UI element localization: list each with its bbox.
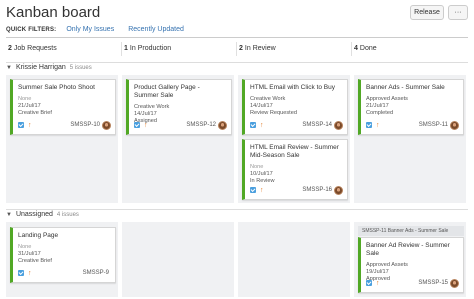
release-button-label: Release — [414, 9, 440, 16]
issue-key[interactable]: SMSSP-9 — [83, 270, 109, 276]
column-headers: 2 Job Requests 1 In Production 2 In Review … — [6, 42, 468, 56]
column-name: Done — [359, 45, 377, 52]
card-title: Banner Ad Review - Summer Sale — [366, 242, 450, 257]
avatar — [334, 120, 343, 130]
avatar — [450, 278, 459, 288]
story-icon — [18, 270, 24, 276]
priority-icon: ↑ — [260, 186, 264, 194]
issue-card[interactable]: Banner Ads - Summer Sale Approved Assets… — [358, 79, 464, 135]
avatar — [102, 120, 111, 130]
card-title: Product Gallery Page - Summer Sale — [134, 84, 200, 99]
swimlane-name: Unassigned — [15, 211, 53, 218]
swimlane-name: Krissie Harrigan — [15, 64, 66, 71]
filter-recently-updated[interactable]: Recently Updated — [128, 26, 184, 33]
story-icon — [18, 122, 24, 128]
card-field: 31/Jul/17 — [18, 251, 41, 257]
card-field: Approved Assets — [366, 96, 408, 102]
parent-issue-label: SMSSP-11 Banner Ads - Summer Sale — [362, 228, 449, 234]
parent-issue-tag[interactable]: SMSSP-11 Banner Ads - Summer Sale — [358, 226, 464, 236]
column-header-in-production: 1 In Production — [121, 42, 236, 56]
swimlane-count: 4 issues — [56, 211, 79, 218]
chevron-down-icon: ▼ — [6, 64, 12, 71]
issue-card[interactable]: Banner Ad Review - Summer Sale Approved … — [358, 237, 464, 293]
column-name: In Production — [129, 45, 172, 52]
card-field: Creative Brief — [18, 258, 52, 264]
issue-card[interactable]: HTML Email with Click to Buy Creative Wo… — [242, 79, 348, 135]
card-field: 14/Jul/17 — [134, 111, 157, 117]
card-field: Completed — [366, 110, 394, 116]
story-icon — [366, 280, 372, 286]
issue-key[interactable]: SMSSP-10 — [70, 122, 100, 128]
column-name: Job Requests — [13, 45, 57, 52]
card-field: None — [18, 96, 32, 102]
card-field: 14/Jul/17 — [250, 103, 273, 109]
column-header-done: 4 Done — [351, 42, 468, 56]
story-icon — [366, 122, 372, 128]
card-title: Banner Ads - Summer Sale — [366, 84, 445, 91]
column-cell — [122, 222, 234, 297]
card-field: Creative Work — [250, 96, 286, 102]
avatar — [450, 120, 459, 130]
column-count: 2 — [8, 45, 12, 52]
column-name: In Review — [244, 45, 276, 52]
quick-filters: QUICK FILTERS: Only My Issues Recently U… — [6, 26, 198, 33]
avatar — [218, 120, 227, 130]
card-field: 19/Jul/17 — [366, 269, 389, 275]
priority-icon: ↑ — [28, 121, 32, 129]
quick-filters-label: QUICK FILTERS: — [6, 26, 57, 33]
card-field: None — [250, 164, 264, 170]
card-field: None — [18, 244, 32, 250]
filter-only-my-issues[interactable]: Only My Issues — [66, 26, 114, 33]
issue-card[interactable]: Product Gallery Page - Summer Sale Creat… — [126, 79, 232, 135]
issue-key[interactable]: SMSSP-16 — [302, 187, 332, 193]
issue-card[interactable]: Landing Page None 31/Jul/17 Creative Bri… — [10, 227, 116, 283]
issue-key[interactable]: SMSSP-15 — [418, 280, 448, 286]
chevron-down-icon: ▼ — [6, 211, 12, 218]
priority-icon: ↑ — [376, 279, 380, 287]
card-field: Review Requested — [250, 110, 297, 116]
card-title: Summer Sale Photo Shoot — [18, 84, 95, 91]
card-field: 10/Jul/17 — [250, 171, 273, 177]
release-button[interactable]: Release — [410, 5, 444, 20]
issue-key[interactable]: SMSSP-11 — [419, 122, 448, 128]
swimlane-divider — [6, 62, 468, 63]
swimlane-divider — [6, 209, 468, 210]
issue-card[interactable]: HTML Email Review - Summer Mid-Season Sa… — [242, 139, 348, 200]
column-count: 4 — [354, 45, 358, 52]
avatar — [334, 185, 343, 195]
card-field: In Review — [250, 178, 275, 184]
card-field: Creative Work — [134, 104, 170, 110]
priority-icon: ↑ — [376, 121, 380, 129]
card-title: Landing Page — [18, 232, 59, 239]
issue-key[interactable]: SMSSP-14 — [302, 122, 332, 128]
card-field: Creative Brief — [18, 110, 52, 116]
more-icon: ··· — [454, 9, 462, 16]
swimlane-header-unassigned[interactable]: ▼ Unassigned 4 issues — [6, 211, 79, 218]
card-field: Approved Assets — [366, 262, 408, 268]
priority-icon: ↑ — [260, 121, 264, 129]
priority-icon: ↑ — [144, 121, 148, 129]
column-header-job-requests: 2 Job Requests — [6, 42, 121, 56]
column-count: 2 — [239, 45, 243, 52]
divider — [6, 37, 468, 38]
card-title: HTML Email with Click to Buy — [250, 84, 335, 91]
issue-key[interactable]: SMSSP-12 — [186, 122, 216, 128]
swimlane-header-krissie[interactable]: ▼ Krissie Harrigan 5 issues — [6, 64, 92, 71]
card-field: 21/Jul/17 — [366, 103, 389, 109]
story-icon — [250, 122, 256, 128]
column-cell — [238, 222, 350, 297]
page-title: Kanban board — [6, 4, 101, 21]
issue-card[interactable]: Summer Sale Photo Shoot None 21/Jul/17 C… — [10, 79, 116, 135]
story-icon — [134, 122, 140, 128]
card-field: 21/Jul/17 — [18, 103, 41, 109]
swimlane-count: 5 issues — [69, 64, 92, 71]
more-button[interactable]: ··· — [448, 5, 468, 20]
story-icon — [250, 187, 256, 193]
column-count: 1 — [124, 45, 128, 52]
card-title: HTML Email Review - Summer Mid-Season Sa… — [250, 144, 339, 159]
column-header-in-review: 2 In Review — [236, 42, 351, 56]
priority-icon: ↑ — [28, 269, 32, 277]
